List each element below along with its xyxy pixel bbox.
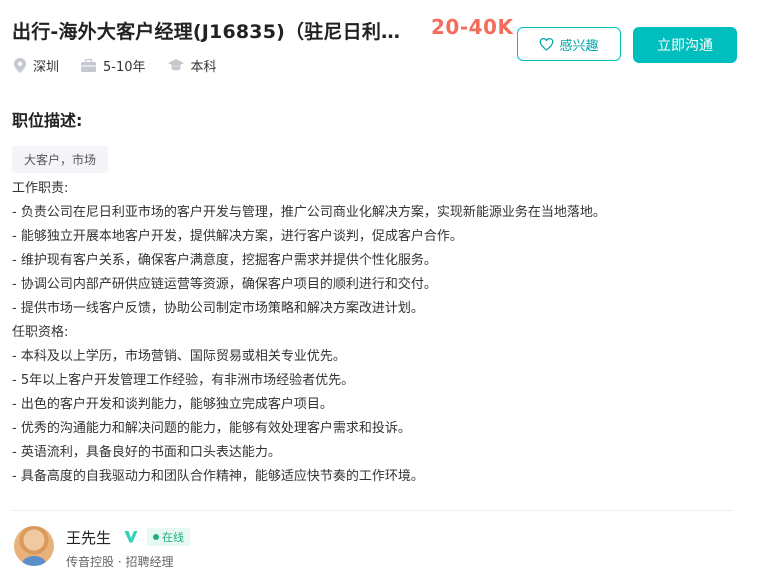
description-line: - 具备高度的自我驱动力和团队合作精神，能够适应快节奏的工作环境。 [12,469,424,484]
recruiter-name: 王先生 [66,529,112,547]
location-pin-icon [14,58,26,73]
description-line: - 能够独立开展本地客户开发，提供解决方案，进行客户谈判，促成客户合作。 [12,229,463,244]
recruiter-company-role: 传音控股 · 招聘经理 [66,555,174,569]
avatar[interactable] [14,526,54,566]
description-section-title: 职位描述: [12,111,83,130]
experience-meta: 5-10年 [81,56,146,75]
interest-label: 感兴趣 [559,38,599,54]
salary: 20-40K [431,15,514,39]
job-meta: 深圳 5-10年 本科 [14,56,239,75]
divider [12,510,734,511]
online-status-text: 在线 [162,531,184,544]
description-line: - 优秀的沟通能力和解决问题的能力，能够有效处理客户需求和投诉。 [12,421,411,436]
verified-icon [124,531,138,543]
description-line: - 负责公司在尼日利亚市场的客户开发与管理，推广公司商业化解决方案，实现新能源业… [12,205,606,220]
skill-tags: 大客户，市场 [12,146,109,173]
job-header: 出行-海外大客户经理(J16835)（驻尼日利… 20-40K 感兴趣 立即沟通… [0,0,759,100]
education-meta: 本科 [167,56,217,75]
description-line: 工作职责: [12,181,69,196]
description-line: - 英语流利，具备良好的书面和口头表达能力。 [12,445,281,460]
recruiter-card[interactable]: 王先生 在线 传音控股 · 招聘经理 [14,526,614,576]
education-text: 本科 [190,60,217,75]
online-status-badge: 在线 [147,528,190,546]
job-title: 出行-海外大客户经理(J16835)（驻尼日利… [12,21,401,43]
description-line: - 5年以上客户开发管理工作经验，有非洲市场经验者优先。 [12,373,355,388]
online-dot-icon [153,534,159,540]
description-line: - 本科及以上学历，市场营销、国际贸易或相关专业优先。 [12,349,346,364]
briefcase-icon [81,59,97,72]
location-text: 深圳 [33,60,60,75]
chat-now-button[interactable]: 立即沟通 [633,27,737,63]
graduation-cap-icon [167,59,184,71]
interest-button[interactable]: 感兴趣 [517,27,621,61]
description-line: 任职资格: [12,325,69,340]
description-line: - 协调公司内部产研供应链运营等资源，确保客户项目的顺利进行和交付。 [12,277,437,292]
experience-text: 5-10年 [103,60,146,75]
heart-icon [540,37,554,51]
description-line: - 维护现有客户关系，确保客户满意度，挖掘客户需求并提供个性化服务。 [12,253,437,268]
description-line: - 提供市场一线客户反馈，协助公司制定市场策略和解决方案改进计划。 [12,301,424,316]
skill-tag: 大客户，市场 [12,146,109,173]
location-meta: 深圳 [14,56,59,75]
description-line: - 出色的客户开发和谈判能力，能够独立完成客户项目。 [12,397,333,412]
job-description: 工作职责: - 负责公司在尼日利亚市场的客户开发与管理，推广公司商业化解决方案，… [12,177,732,489]
